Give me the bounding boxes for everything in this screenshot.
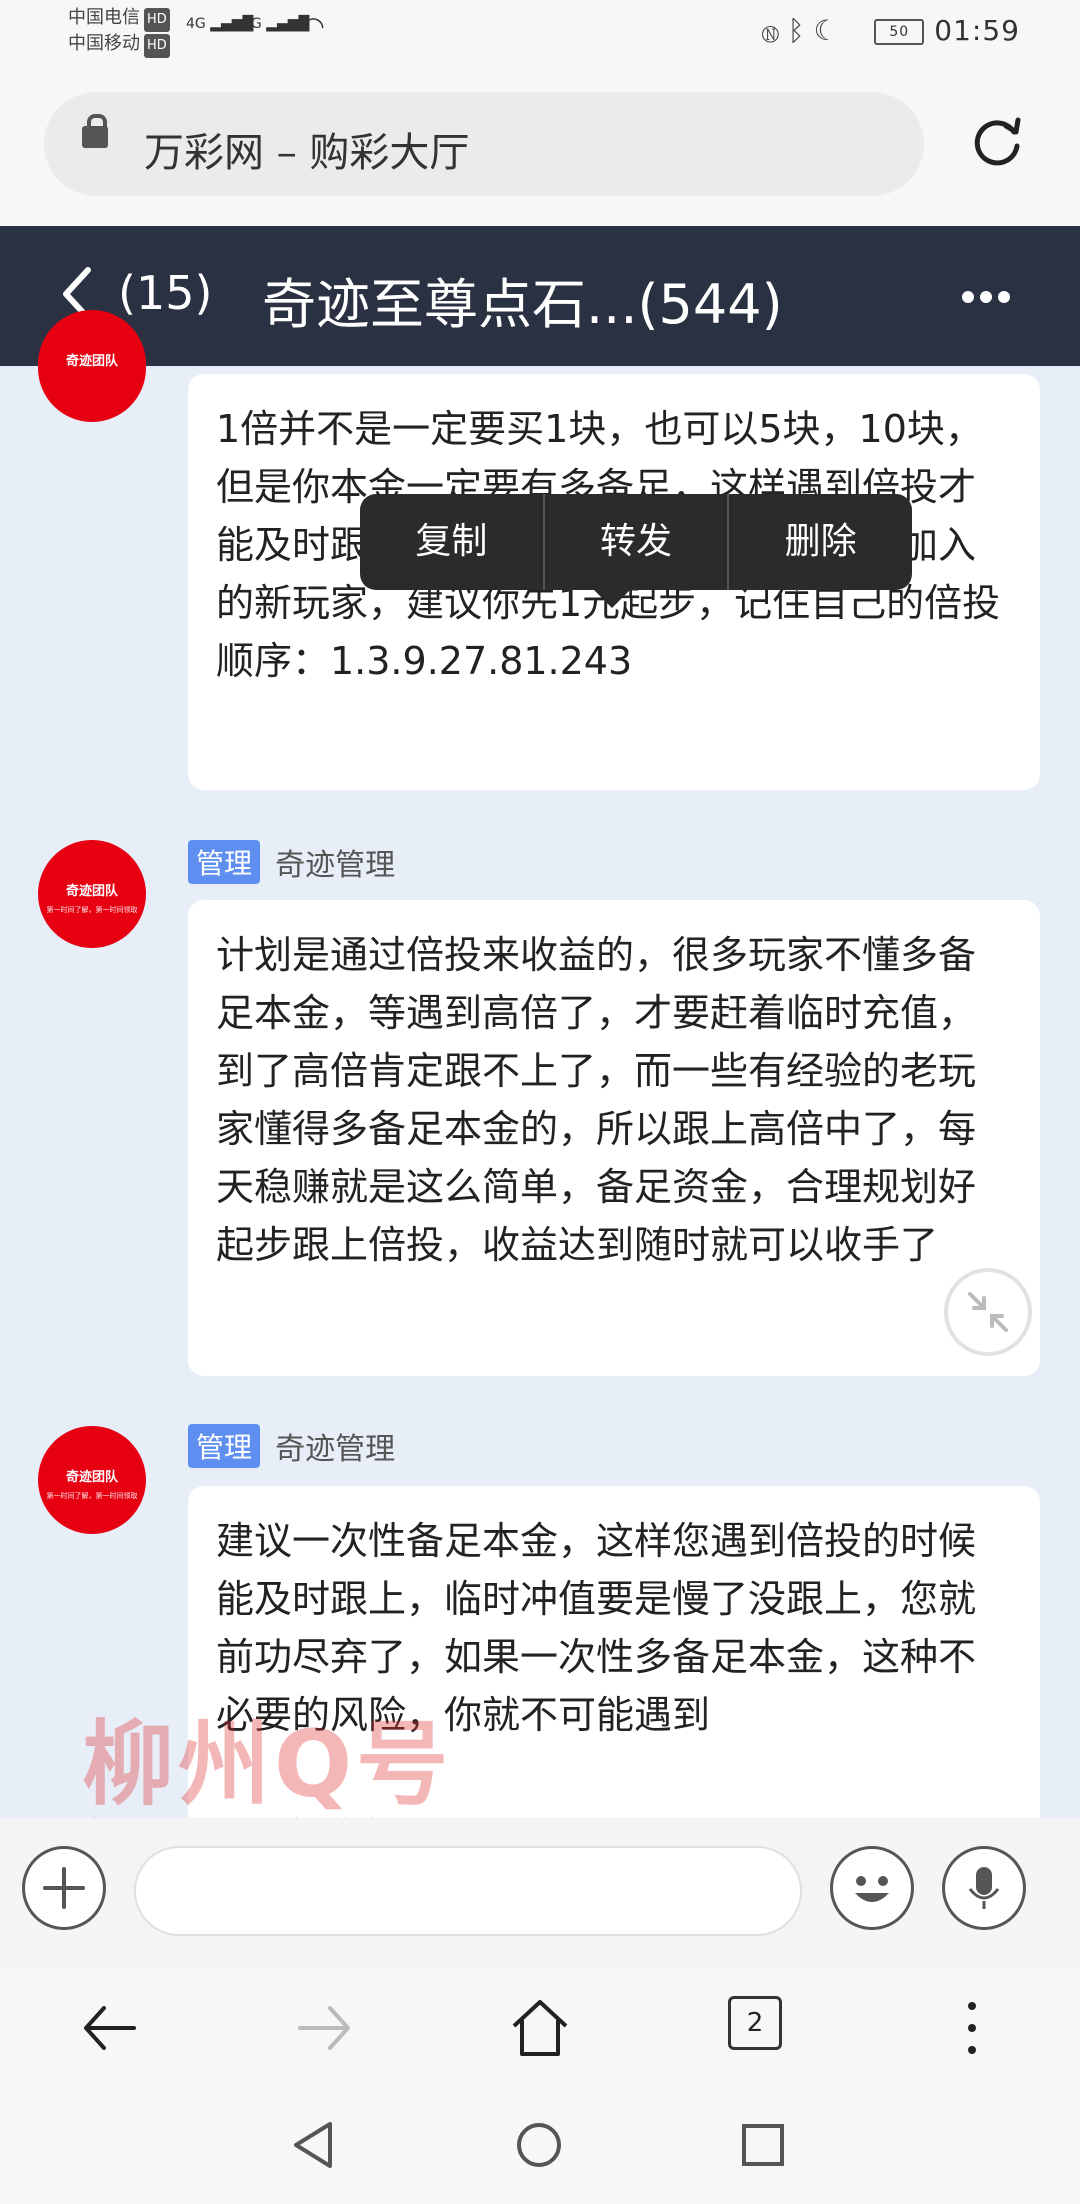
emoji-icon — [855, 1876, 889, 1902]
lock-icon — [82, 114, 108, 150]
watermark: 柳州Q号 发现 · 不一样的柳州 — [82, 1690, 453, 1848]
role-badge: 管理 — [188, 840, 261, 884]
carrier-2: 中国移动 — [68, 33, 140, 54]
shrink-icon — [968, 1292, 1008, 1332]
signal-icon: 4G ▂▄▆█ — [242, 16, 310, 32]
bluetooth-icon: ᛒ — [787, 14, 805, 47]
nfc-icon: Ⓝ — [762, 14, 779, 47]
carrier-info: 中国电信 HD 中国移动 HD — [68, 6, 170, 58]
sender-info: 管理 奇迹管理 — [188, 840, 395, 884]
network-type: 4G — [186, 16, 206, 32]
message-bubble[interactable]: 计划是通过倍投来收益的，很多玩家不懂多备足本金，等遇到高倍了，才要赶着临时充值，… — [188, 900, 1040, 1376]
avatar-sub: 第一时间了解，第一时间领取 — [46, 1492, 138, 1500]
delete-menu-item[interactable]: 删除 — [729, 494, 912, 590]
hd-badge: HD — [144, 8, 170, 32]
message-input[interactable] — [134, 1846, 802, 1936]
input-bar — [0, 1818, 1080, 1968]
watermark-main: 柳州Q号 — [82, 1711, 453, 1818]
avatar[interactable]: 奇迹团队 — [38, 310, 146, 422]
nav-recents-icon[interactable] — [740, 2122, 786, 2168]
battery-icon: 50 — [874, 19, 925, 45]
sender-info: 管理 奇迹管理 — [188, 1424, 395, 1468]
clock: 50 01:59 — [874, 14, 1020, 47]
role-badge: 管理 — [188, 1424, 261, 1468]
forward-arrow-icon[interactable] — [292, 1996, 356, 2060]
more-icon[interactable] — [962, 288, 1016, 307]
moon-icon: ☾ — [813, 14, 839, 47]
nav-back-icon[interactable] — [290, 2120, 336, 2170]
avatar[interactable]: 奇迹团队 第一时间了解，第一时间领取 — [38, 840, 146, 948]
chat-header: (15) 奇迹至尊点石...(544) — [0, 226, 1080, 366]
chat-title: 奇迹至尊点石...(544) — [262, 273, 783, 336]
mic-icon — [968, 1867, 1000, 1909]
unread-count[interactable]: (15) — [118, 266, 212, 320]
avatar-label: 奇迹团队 — [65, 1470, 118, 1485]
emoji-button[interactable] — [830, 1846, 914, 1930]
wifi-icon: ◠ — [302, 12, 325, 42]
network-type: 4G — [242, 16, 262, 32]
carrier-1: 中国电信 — [68, 7, 140, 28]
avatar-label: 奇迹团队 — [65, 884, 118, 899]
avatar-sub: 第一时间了解，第一时间领取 — [46, 906, 138, 914]
plus-icon — [43, 1867, 85, 1909]
nav-home-icon[interactable] — [514, 2120, 564, 2170]
message-text: 计划是通过倍投来收益的，很多玩家不懂多备足本金，等遇到高倍了，才要赶着临时充值，… — [216, 933, 977, 1267]
copy-menu-item[interactable]: 复制 — [360, 494, 545, 590]
address-bar[interactable]: 万彩网 – 购彩大厅 — [44, 92, 924, 196]
browser-nav: 2 — [0, 1968, 1080, 2084]
menu-dots-icon[interactable] — [940, 1996, 1004, 2060]
tabs-icon[interactable]: 2 — [728, 1996, 782, 2050]
status-icons: Ⓝ ᛒ ☾ — [762, 14, 839, 47]
avatar-label: 奇迹团队 — [65, 354, 118, 369]
shrink-button[interactable] — [944, 1268, 1032, 1356]
time: 01:59 — [934, 14, 1020, 47]
hd-badge: HD — [144, 34, 170, 58]
sender-name: 奇迹管理 — [275, 848, 396, 883]
back-arrow-icon[interactable] — [78, 1996, 142, 2060]
reload-icon[interactable] — [968, 112, 1026, 170]
context-menu-arrow — [592, 588, 632, 608]
home-icon[interactable] — [508, 1996, 572, 2060]
forward-menu-item[interactable]: 转发 — [545, 494, 730, 590]
plus-button[interactable] — [22, 1846, 106, 1930]
voice-button[interactable] — [942, 1846, 1026, 1930]
sender-name: 奇迹管理 — [275, 1432, 396, 1467]
status-bar: 中国电信 HD 中国移动 HD 4G ▂▄▆█ 4G ▂▄▆█ ◠ Ⓝ ᛒ ☾ 50… — [0, 0, 1080, 66]
browser-toolbar: 万彩网 – 购彩大厅 — [0, 66, 1080, 226]
context-menu: 复制 转发 删除 — [360, 494, 912, 590]
system-nav — [0, 2084, 1080, 2204]
url-text[interactable]: 万彩网 – 购彩大厅 — [144, 120, 469, 178]
avatar[interactable]: 奇迹团队 第一时间了解，第一时间领取 — [38, 1426, 146, 1534]
